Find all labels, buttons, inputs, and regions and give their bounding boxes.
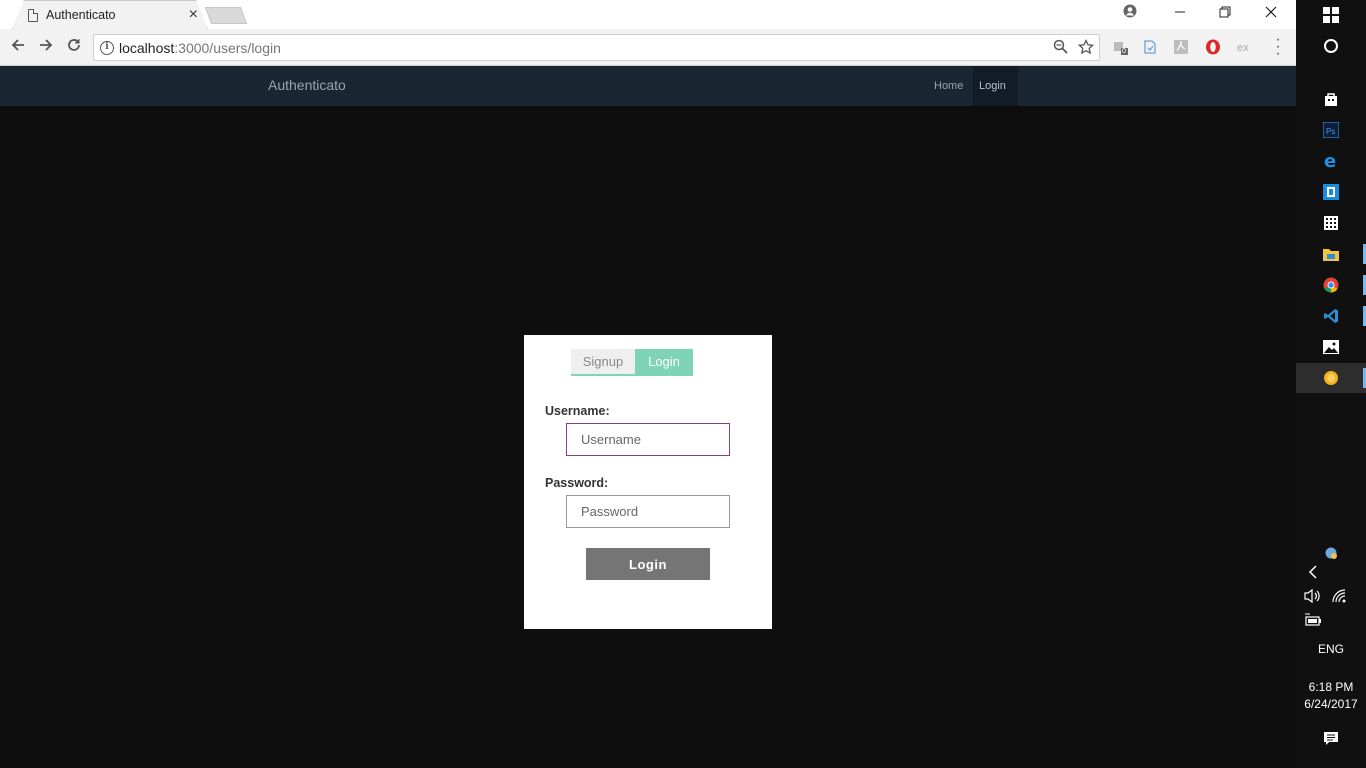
tab-strip: Authenticato × (0, 0, 1296, 29)
extension-ex-icon[interactable]: ex (1237, 39, 1253, 55)
profile-icon[interactable] (1120, 4, 1140, 24)
opera-icon[interactable] (1205, 39, 1221, 55)
browser-menu-icon[interactable]: · · · (1272, 32, 1284, 62)
auth-tabs: Signup Login (571, 349, 694, 376)
app-blue-icon[interactable] (1322, 183, 1340, 201)
browser-tab-content[interactable]: Authenticato × (28, 6, 198, 24)
site-navbar: Authenticato Home Login (0, 66, 1296, 106)
show-hidden-icons-chevron[interactable] (1304, 563, 1322, 581)
wifi-icon[interactable] (1330, 587, 1348, 605)
address-bar[interactable]: i localhost:3000/users/login (93, 34, 1100, 61)
close-tab-icon[interactable]: × (189, 7, 198, 23)
nav-link-home[interactable]: Home (926, 66, 971, 106)
nav-link-login[interactable]: Login (973, 66, 1018, 106)
action-center-icon[interactable] (1322, 730, 1340, 748)
active-app-icon[interactable] (1322, 369, 1340, 387)
network-globe-icon[interactable] (1322, 544, 1340, 562)
password-label: Password: (545, 476, 609, 490)
store-icon[interactable] (1322, 90, 1340, 108)
minimize-icon[interactable] (1170, 4, 1190, 24)
login-button[interactable]: Login (586, 548, 710, 580)
username-input[interactable] (566, 423, 730, 456)
tab-login[interactable]: Login (635, 349, 693, 376)
windows-taskbar: Ps e ENG 6:18 PM 6/24/2017 (1296, 0, 1366, 768)
file-explorer-icon[interactable] (1322, 245, 1340, 263)
extension-puzzle-icon[interactable]: 0 (1112, 39, 1128, 55)
new-tab-button[interactable] (204, 7, 248, 24)
site-info-icon[interactable]: i (100, 41, 114, 55)
page-icon (28, 8, 38, 22)
browser-chrome: Authenticato × i localhost:3000/users/lo… (0, 0, 1296, 66)
login-card: Signup Login Username: Password: Login (524, 335, 772, 629)
calculator-icon[interactable] (1322, 214, 1340, 232)
photos-icon[interactable] (1322, 338, 1340, 356)
chrome-icon[interactable] (1322, 276, 1340, 294)
extension-pdf-icon[interactable] (1173, 39, 1189, 55)
photoshop-icon[interactable]: Ps (1322, 121, 1340, 139)
extension-doc-icon[interactable] (1142, 39, 1158, 55)
browser-toolbar: i localhost:3000/users/login 0 ex · · · (0, 29, 1296, 66)
back-arrow-icon[interactable] (8, 37, 28, 57)
svg-text:e: e (1324, 152, 1336, 170)
vscode-icon[interactable] (1322, 307, 1340, 325)
bookmark-star-icon[interactable] (1077, 38, 1095, 59)
cortana-icon[interactable] (1322, 37, 1340, 55)
password-input[interactable] (566, 495, 730, 528)
clock-time[interactable]: 6:18 PM (1296, 680, 1366, 694)
windows-start-icon[interactable] (1322, 6, 1340, 24)
url-text[interactable]: localhost:3000/users/login (119, 40, 281, 56)
tab-signup[interactable]: Signup (571, 349, 635, 376)
edge-icon[interactable]: e (1322, 152, 1340, 170)
tab-title: Authenticato (46, 8, 116, 22)
ex-label: ex (1237, 42, 1249, 54)
volume-icon[interactable] (1304, 587, 1322, 605)
extension-badge: 0 (1122, 48, 1126, 55)
clock-date[interactable]: 6/24/2017 (1296, 697, 1366, 711)
restore-icon[interactable] (1215, 4, 1235, 24)
site-brand[interactable]: Authenticato (268, 77, 346, 93)
reload-icon[interactable] (64, 37, 84, 57)
zoom-icon[interactable] (1053, 39, 1068, 58)
input-language[interactable]: ENG (1296, 642, 1366, 656)
forward-arrow-icon[interactable] (36, 37, 56, 57)
close-window-icon[interactable] (1261, 4, 1281, 24)
username-label: Username: (545, 404, 610, 418)
battery-icon[interactable] (1304, 611, 1322, 629)
svg-text:Ps: Ps (1326, 127, 1335, 136)
